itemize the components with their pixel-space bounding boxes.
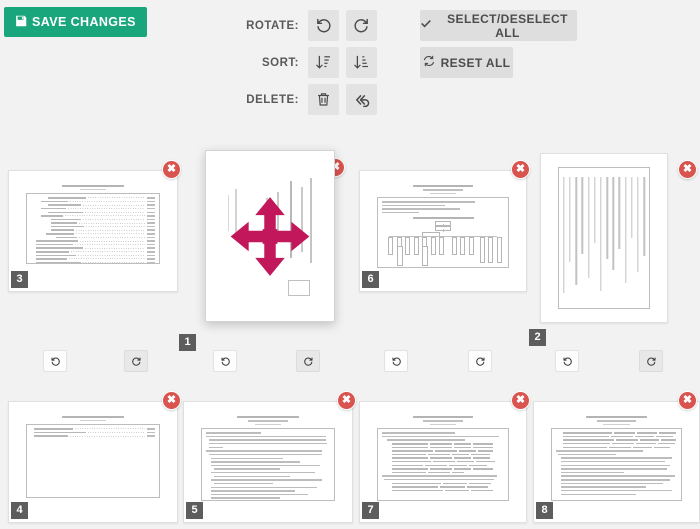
doc-subheading — [429, 423, 457, 426]
sort-ascending-button[interactable] — [308, 47, 339, 78]
rotate-left-page-3-button[interactable] — [43, 350, 67, 372]
doc-heading — [237, 415, 299, 418]
doc-body — [26, 193, 160, 264]
page-thumbnail-1[interactable]: 1 — [179, 150, 335, 351]
select-deselect-all-button[interactable]: SELECT/DESELECT ALL — [420, 10, 577, 41]
org-chart — [382, 217, 504, 267]
rotate-right-page-6-button[interactable] — [468, 350, 492, 372]
delete-page-button[interactable]: ✖ — [162, 391, 181, 410]
close-x-icon: ✖ — [682, 163, 693, 175]
close-x-icon: ✖ — [341, 394, 352, 406]
doc-body — [377, 197, 509, 268]
close-x-icon: ✖ — [166, 163, 177, 175]
sort-label: SORT: — [262, 56, 299, 69]
delete-page-button[interactable]: ✖ — [162, 160, 181, 179]
doc-heading-line2 — [423, 419, 463, 422]
rotate-control-row: ROTATE: — [236, 10, 384, 41]
page-preview — [368, 408, 518, 516]
doc-body — [201, 428, 335, 501]
doc-heading-line2 — [596, 419, 637, 422]
doc-subheading — [603, 423, 630, 426]
doc-subheading — [429, 192, 457, 195]
delete-page-button[interactable]: ✖ — [337, 391, 356, 410]
page-thumbnail-5[interactable]: 5 — [183, 401, 353, 523]
page-number-badge: 8 — [536, 502, 553, 519]
page-thumbnail-2[interactable]: 2 — [529, 153, 668, 346]
doc-heading — [62, 184, 124, 187]
rotate-right-page-3-button[interactable] — [124, 350, 148, 372]
doc-heading — [586, 415, 647, 418]
page-thumbnail-8[interactable]: 8 — [533, 401, 700, 523]
doc-heading — [412, 184, 474, 187]
rotate-left-page-2-button[interactable] — [555, 350, 579, 372]
thumbnail-row-1: 3 ✖ 1 ✖ 6 ✖ 2 ✖ — [0, 150, 700, 351]
doc-subheading — [79, 419, 107, 422]
doc-body — [550, 428, 683, 501]
doc-subheading — [79, 188, 107, 191]
doc-heading — [62, 415, 124, 418]
thumbnail-row-2: 4 ✖ 5 ✖ 7 ✖ 8 ✖ — [0, 383, 700, 529]
page-number-badge: 7 — [362, 502, 379, 519]
delete-selected-button[interactable] — [308, 84, 339, 115]
doc-body — [26, 424, 160, 499]
page-preview — [192, 408, 344, 516]
rotate-all-right-button[interactable] — [346, 10, 377, 41]
page-thumbnail-6[interactable]: 6 — [359, 170, 527, 292]
page-preview — [368, 177, 518, 285]
delete-label: DELETE: — [246, 93, 299, 106]
page-thumbnail-3[interactable]: 3 — [8, 170, 178, 292]
page-number-badge: 5 — [186, 502, 203, 519]
top-toolbar: SAVE CHANGES ROTATE: SORT: DELETE: SELEC… — [0, 0, 700, 128]
page-preview — [213, 158, 327, 314]
delete-page-button[interactable]: ✖ — [511, 160, 530, 179]
vertical-table — [558, 167, 650, 309]
reset-all-label: RESET ALL — [440, 55, 511, 70]
close-x-icon: ✖ — [682, 394, 693, 406]
rotate-all-left-button[interactable] — [308, 10, 339, 41]
sort-control-row: SORT: — [236, 47, 384, 78]
delete-control-row: DELETE: — [236, 84, 384, 115]
doc-subheading — [254, 423, 282, 426]
rotate-right-page-2-button[interactable] — [639, 350, 663, 372]
select-deselect-all-label: SELECT/DESELECT ALL — [447, 11, 568, 40]
close-x-icon: ✖ — [166, 394, 177, 406]
page-number-badge: 6 — [362, 271, 379, 288]
rotate-right-page-1-button[interactable] — [296, 350, 320, 372]
page-thumbnail-7[interactable]: 7 — [359, 401, 527, 523]
save-changes-label: SAVE CHANGES — [32, 15, 136, 29]
delete-page-button[interactable]: ✖ — [678, 160, 697, 179]
delete-page-button[interactable]: ✖ — [511, 391, 530, 410]
page-number-badge: 2 — [529, 329, 546, 346]
delete-page-button[interactable]: ✖ — [678, 391, 697, 410]
check-icon — [420, 18, 432, 33]
pdf-page-organizer: SAVE CHANGES ROTATE: SORT: DELETE: SELEC… — [0, 0, 700, 529]
page-preview — [548, 161, 660, 315]
rotate-label: ROTATE: — [246, 19, 299, 32]
page-thumbnail-4[interactable]: 4 — [8, 401, 178, 523]
save-changes-button[interactable]: SAVE CHANGES — [4, 7, 147, 37]
doc-heading — [412, 415, 474, 418]
page-preview — [17, 408, 169, 516]
doc-heading-line2 — [247, 419, 289, 422]
refresh-icon — [423, 55, 435, 70]
reset-all-button[interactable]: RESET ALL — [420, 47, 513, 78]
sort-descending-button[interactable] — [346, 47, 377, 78]
floppy-disk-icon — [15, 15, 27, 29]
close-x-icon: ✖ — [515, 163, 526, 175]
page-number-badge: 3 — [11, 271, 28, 288]
doc-body — [377, 428, 509, 501]
close-x-icon: ✖ — [515, 394, 526, 406]
undo-delete-button[interactable] — [346, 84, 377, 115]
page-number-badge: 1 — [179, 334, 196, 351]
page-preview — [17, 177, 169, 285]
rotate-left-page-1-button[interactable] — [213, 350, 237, 372]
rotate-left-page-6-button[interactable] — [384, 350, 408, 372]
page-rotate-strip — [0, 350, 700, 378]
page-preview — [542, 408, 691, 516]
doc-heading-line2 — [423, 188, 463, 191]
page-number-badge: 4 — [11, 502, 28, 519]
